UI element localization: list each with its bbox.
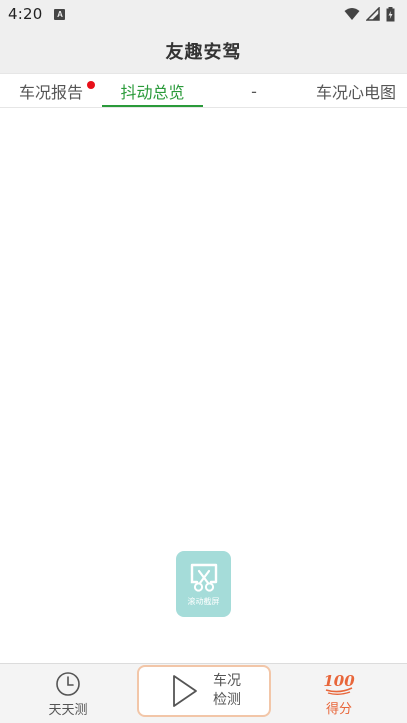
battery-icon bbox=[386, 6, 395, 21]
tab-bar: 车况报告 抖动总览 - 车况心电图 bbox=[0, 73, 407, 108]
car-check-label: 车况 检测 bbox=[213, 672, 241, 710]
scroll-screenshot-button[interactable]: 滚动截屏 bbox=[176, 551, 231, 617]
car-check-line1: 车况 bbox=[213, 673, 241, 689]
svg-text:100: 100 bbox=[323, 672, 355, 690]
nav-score[interactable]: 100 得分 bbox=[298, 664, 380, 723]
play-icon bbox=[173, 675, 197, 707]
status-bar: 4:20 A bbox=[0, 0, 407, 28]
car-check-line2: 检测 bbox=[213, 692, 241, 708]
scissors-icon bbox=[190, 563, 217, 592]
tab-label: 车况报告 bbox=[18, 83, 83, 102]
tab-car-ecg[interactable]: 车况心电图 bbox=[305, 74, 407, 108]
clock-icon bbox=[56, 671, 80, 696]
wifi-icon bbox=[344, 8, 360, 20]
car-check-button[interactable]: 车况 检测 bbox=[137, 665, 271, 717]
signal-icon bbox=[366, 7, 380, 21]
status-time: 4:20 bbox=[8, 5, 43, 23]
hundred-points-icon: 100 bbox=[323, 672, 355, 695]
page-title: 友趣安驾 bbox=[165, 41, 242, 63]
tab-placeholder[interactable]: - bbox=[203, 74, 305, 108]
nav-label: 天天测 bbox=[48, 702, 88, 718]
nav-label: 得分 bbox=[325, 701, 352, 717]
floating-button-label: 滚动截屏 bbox=[187, 596, 220, 606]
app-header: 友趣安驾 bbox=[0, 28, 407, 73]
tab-active-indicator bbox=[102, 105, 203, 107]
notification-badge bbox=[87, 81, 95, 89]
notification-a-icon: A bbox=[54, 8, 66, 20]
tab-label: - bbox=[251, 81, 257, 101]
tab-label: 抖动总览 bbox=[120, 83, 185, 102]
tab-shake-overview[interactable]: 抖动总览 bbox=[102, 74, 203, 108]
tab-label: 车况心电图 bbox=[315, 83, 396, 102]
nav-daily-test[interactable]: 天天测 bbox=[27, 664, 109, 723]
tab-car-report[interactable]: 车况报告 bbox=[0, 74, 102, 108]
